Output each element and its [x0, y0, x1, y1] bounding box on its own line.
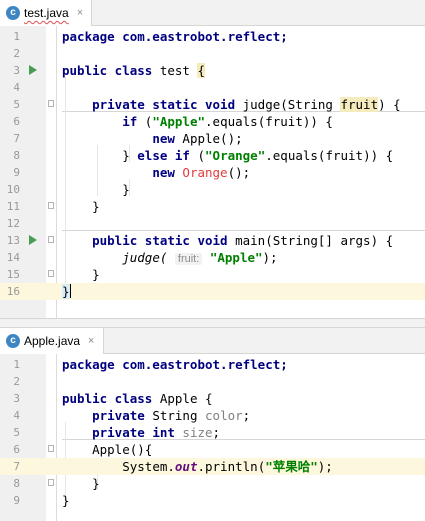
code-line: 4 — [0, 79, 425, 96]
class-icon: c — [6, 6, 20, 20]
code-editor[interactable]: 1 package com.eastrobot.reflect; 2 3 pub… — [0, 26, 425, 318]
line-number: 9 — [13, 166, 20, 179]
code-line: 13 public static void main(String[] args… — [0, 232, 425, 249]
code-line: 5 private int size; — [0, 424, 425, 441]
tab-label: Apple.java — [24, 334, 81, 348]
line-number: 8 — [13, 477, 20, 490]
pane-splitter[interactable] — [0, 318, 425, 328]
line-number: 8 — [13, 149, 20, 162]
line-number: 7 — [13, 132, 20, 145]
fold-icon[interactable] — [48, 236, 54, 243]
unresolved-symbol: Orange — [182, 165, 228, 180]
editor-pane-apple: c Apple.java × 1 package com.eastrobot.r… — [0, 328, 425, 521]
package-declaration: package com.eastrobot.reflect; — [62, 29, 288, 44]
code-line: 8 } — [0, 475, 425, 492]
line-number: 2 — [13, 375, 20, 388]
line-number: 16 — [6, 285, 20, 298]
line-number: 7 — [13, 460, 20, 473]
close-icon[interactable]: × — [88, 335, 94, 347]
tab-bar: c Apple.java × — [0, 328, 425, 354]
code-line: 14 judge( fruit: "Apple"); — [0, 249, 425, 266]
code-line: 6 Apple(){ — [0, 441, 425, 458]
code-line: 12 — [0, 215, 425, 232]
editor-pane-test: c test.java × 1 package com.eastrobot.re… — [0, 0, 425, 318]
line-number: 4 — [13, 409, 20, 422]
line-number: 3 — [13, 64, 20, 77]
code-line: 10 } — [0, 181, 425, 198]
line-number: 12 — [6, 217, 20, 230]
line-number: 3 — [13, 392, 20, 405]
text-caret — [69, 284, 71, 298]
code-line: 3 public class test { — [0, 62, 425, 79]
code-editor[interactable]: 1 package com.eastrobot.reflect; 2 3 pub… — [0, 354, 425, 521]
line-number: 6 — [13, 115, 20, 128]
parameter-hint: fruit: — [174, 253, 203, 265]
line-number: 15 — [6, 268, 20, 281]
code-line: 1 package com.eastrobot.reflect; — [0, 28, 425, 45]
fold-icon[interactable] — [48, 100, 54, 107]
fold-icon[interactable] — [48, 270, 54, 277]
code-line: 11 } — [0, 198, 425, 215]
line-number: 14 — [6, 251, 20, 264]
fold-icon[interactable] — [48, 479, 54, 486]
tab-apple-java[interactable]: c Apple.java × — [0, 328, 104, 354]
class-icon: c — [6, 334, 20, 348]
line-number: 13 — [6, 234, 20, 247]
line-number: 1 — [13, 358, 20, 371]
line-number: 6 — [13, 443, 20, 456]
line-number: 5 — [13, 98, 20, 111]
line-number: 5 — [13, 426, 20, 439]
code-line: 15 } — [0, 266, 425, 283]
code-line: 3 public class Apple { — [0, 390, 425, 407]
fold-icon[interactable] — [48, 445, 54, 452]
code-line: 4 private String color; — [0, 407, 425, 424]
tab-test-java[interactable]: c test.java × — [0, 0, 92, 26]
fold-icon[interactable] — [48, 202, 54, 209]
close-icon[interactable]: × — [77, 7, 83, 19]
code-line: 6 if ("Apple".equals(fruit)) { — [0, 113, 425, 130]
line-number: 11 — [6, 200, 20, 213]
line-number: 4 — [13, 81, 20, 94]
run-icon[interactable] — [29, 235, 37, 245]
code-line: 7 new Apple(); — [0, 130, 425, 147]
code-line: 2 — [0, 45, 425, 62]
code-line-current: 7 System.out.println("苹果哈"); — [0, 458, 425, 475]
tab-label: test.java — [24, 6, 69, 20]
code-line: 2 — [0, 373, 425, 390]
line-number: 10 — [6, 183, 20, 196]
run-icon[interactable] — [29, 65, 37, 75]
code-line: 5 private static void judge(String fruit… — [0, 96, 425, 113]
code-line: 9 } — [0, 492, 425, 509]
tab-bar: c test.java × — [0, 0, 425, 26]
package-declaration: package com.eastrobot.reflect; — [62, 357, 288, 372]
line-number: 9 — [13, 494, 20, 507]
code-line-current: 16 } — [0, 283, 425, 300]
line-number: 1 — [13, 30, 20, 43]
code-line: 9 new Orange(); — [0, 164, 425, 181]
code-line: 8 } else if ("Orange".equals(fruit)) { — [0, 147, 425, 164]
code-line: 1 package com.eastrobot.reflect; — [0, 356, 425, 373]
line-number: 2 — [13, 47, 20, 60]
